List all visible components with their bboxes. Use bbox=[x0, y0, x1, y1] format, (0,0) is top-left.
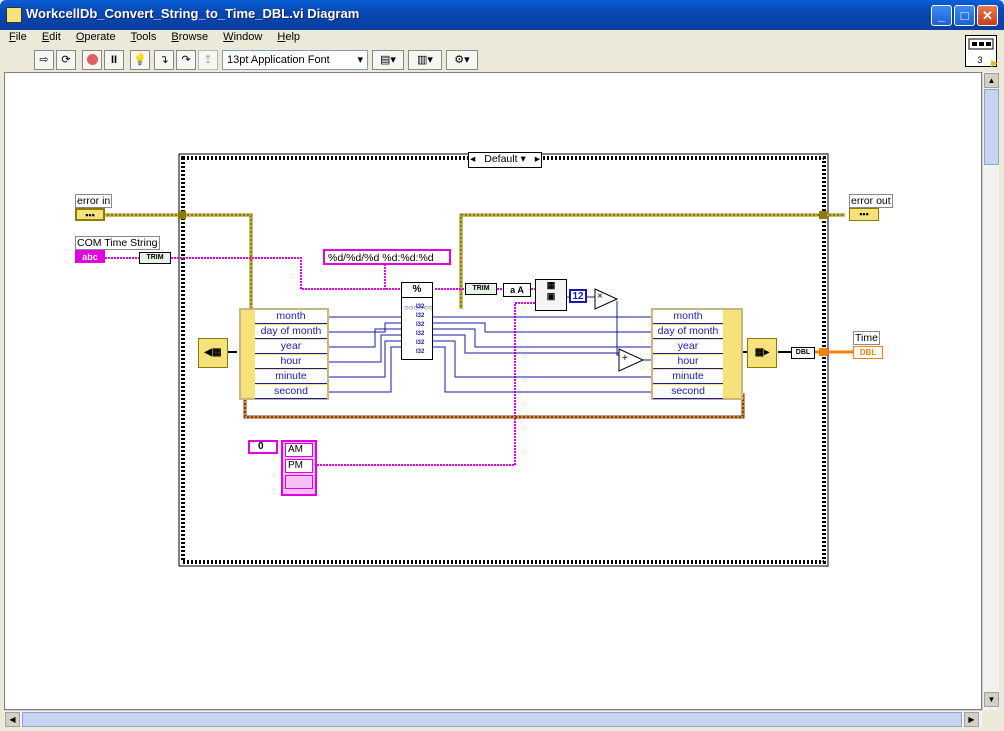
error-in-terminal[interactable]: ▪▪▪ bbox=[75, 208, 105, 221]
run-continuous-icon[interactable]: ⟳ bbox=[56, 50, 76, 70]
scroll-down-icon[interactable]: ▼ bbox=[984, 692, 999, 707]
add-node[interactable]: + bbox=[622, 353, 628, 364]
bundle-field-second[interactable]: second bbox=[653, 385, 723, 399]
unbundle-field-day-of-month[interactable]: day of month bbox=[255, 325, 327, 339]
scan-from-string-node[interactable]: % ○○○○○○ I32 I32 I32 I32 I32 I32 bbox=[401, 282, 433, 360]
block-diagram-canvas[interactable]: ◂ Default ▾ ▸ error in ▪▪▪ error out ▪▪▪… bbox=[4, 72, 982, 710]
array-element-pm[interactable]: PM bbox=[285, 459, 313, 473]
minimize-button[interactable]: _ bbox=[931, 5, 952, 26]
array-index-constant[interactable]: 0 bbox=[248, 440, 278, 454]
menu-bar: File Edit Operate Tools Browse Window He… bbox=[4, 31, 964, 47]
bundle-field-year[interactable]: year bbox=[653, 340, 723, 354]
vertical-scrollbar[interactable]: ▲ ▼ bbox=[982, 72, 999, 710]
trim-whitespace-node-2[interactable]: TRIM bbox=[465, 283, 497, 295]
time-label: Time bbox=[853, 331, 880, 345]
step-into-icon[interactable]: ↴ bbox=[154, 50, 174, 70]
com-time-string-label: COM Time String bbox=[75, 236, 160, 250]
menu-window[interactable]: Window bbox=[218, 31, 262, 43]
step-out-icon[interactable]: ↥ bbox=[198, 50, 218, 70]
arrow-icon: ▶ bbox=[991, 58, 998, 68]
multiply-node[interactable]: × bbox=[597, 291, 603, 302]
array-element-am[interactable]: AM bbox=[285, 443, 313, 457]
menu-file[interactable]: File bbox=[4, 31, 27, 43]
run-arrow-icon[interactable]: ⇨ bbox=[34, 50, 54, 70]
case-dropdown-icon[interactable]: ▾ bbox=[520, 153, 525, 165]
scroll-left-icon[interactable]: ◀ bbox=[5, 712, 20, 727]
trim-whitespace-node[interactable]: TRIM bbox=[139, 252, 171, 264]
unbundle-field-hour[interactable]: hour bbox=[255, 355, 327, 369]
date-time-to-seconds-node[interactable]: ▦▸ bbox=[747, 338, 777, 368]
horizontal-scroll-thumb[interactable] bbox=[22, 712, 962, 727]
chevron-down-icon: ▾ bbox=[357, 54, 363, 66]
to-dbl-node[interactable]: DBL bbox=[791, 347, 815, 359]
unbundle-field-month[interactable]: month bbox=[255, 310, 327, 324]
vi-diagram-icon bbox=[6, 7, 22, 23]
font-selector[interactable]: 13pt Application Font ▾ bbox=[222, 50, 368, 70]
menu-tools[interactable]: Tools bbox=[126, 31, 157, 43]
distribute-objects-icon[interactable]: ▥▾ bbox=[408, 50, 442, 70]
bundle-field-minute[interactable]: minute bbox=[653, 370, 723, 384]
seconds-to-date-time-node[interactable]: ◀▦ bbox=[198, 338, 228, 368]
to-upper-case-node[interactable]: a A bbox=[503, 283, 531, 297]
scroll-up-icon[interactable]: ▲ bbox=[984, 73, 999, 88]
horizontal-scrollbar[interactable]: ◀ ▶ bbox=[4, 710, 982, 727]
time-indicator-terminal[interactable]: DBL bbox=[853, 346, 883, 359]
align-objects-icon[interactable]: ▤▾ bbox=[372, 50, 404, 70]
window-title: WorkcellDb_Convert_String_to_Time_DBL.vi… bbox=[26, 6, 360, 21]
scroll-right-icon[interactable]: ▶ bbox=[964, 712, 979, 727]
menu-operate[interactable]: Operate bbox=[71, 31, 116, 43]
error-in-label: error in bbox=[75, 194, 113, 208]
format-string-constant[interactable]: %d/%d/%d %d:%d:%d bbox=[323, 249, 451, 265]
menu-edit[interactable]: Edit bbox=[37, 31, 61, 43]
constant-12[interactable]: 12 bbox=[569, 289, 587, 303]
abort-icon[interactable] bbox=[82, 50, 102, 70]
error-out-terminal[interactable]: ▪▪▪ bbox=[849, 208, 879, 221]
maximize-button[interactable]: □ bbox=[954, 5, 975, 26]
error-out-label: error out bbox=[849, 194, 893, 208]
menu-help[interactable]: Help bbox=[272, 31, 300, 43]
title-bar: WorkcellDb_Convert_String_to_Time_DBL.vi… bbox=[0, 0, 1004, 30]
unbundle-field-minute[interactable]: minute bbox=[255, 370, 327, 384]
menu-browse[interactable]: Browse bbox=[166, 31, 208, 43]
search-array-node[interactable]: ▦ ▣ bbox=[535, 279, 567, 311]
wire-layer bbox=[105, 153, 855, 567]
case-prev-icon[interactable]: ◂ bbox=[470, 153, 475, 166]
array-element-empty[interactable] bbox=[285, 475, 313, 489]
com-time-string-terminal[interactable]: abc bbox=[75, 250, 105, 263]
unbundle-field-year[interactable]: year bbox=[255, 340, 327, 354]
bundle-field-hour[interactable]: hour bbox=[653, 355, 723, 369]
unbundle-field-second[interactable]: second bbox=[255, 385, 327, 399]
vertical-scroll-thumb[interactable] bbox=[984, 89, 999, 165]
reorder-icon[interactable]: ⚙▾ bbox=[446, 50, 478, 70]
connector-pane[interactable]: 3 ▶ bbox=[964, 55, 998, 69]
close-button[interactable]: ✕ bbox=[977, 5, 998, 26]
bundle-field-day-of-month[interactable]: day of month bbox=[653, 325, 723, 339]
pause-icon[interactable]: II bbox=[104, 50, 124, 70]
i32-output: I32 bbox=[416, 304, 425, 310]
bundle-field-month[interactable]: month bbox=[653, 310, 723, 324]
highlight-execution-icon[interactable]: 💡 bbox=[130, 50, 150, 70]
case-next-icon[interactable]: ▸ bbox=[535, 153, 540, 166]
step-over-icon[interactable]: ↷ bbox=[176, 50, 196, 70]
case-selector[interactable]: ◂ Default ▾ ▸ bbox=[468, 152, 542, 168]
